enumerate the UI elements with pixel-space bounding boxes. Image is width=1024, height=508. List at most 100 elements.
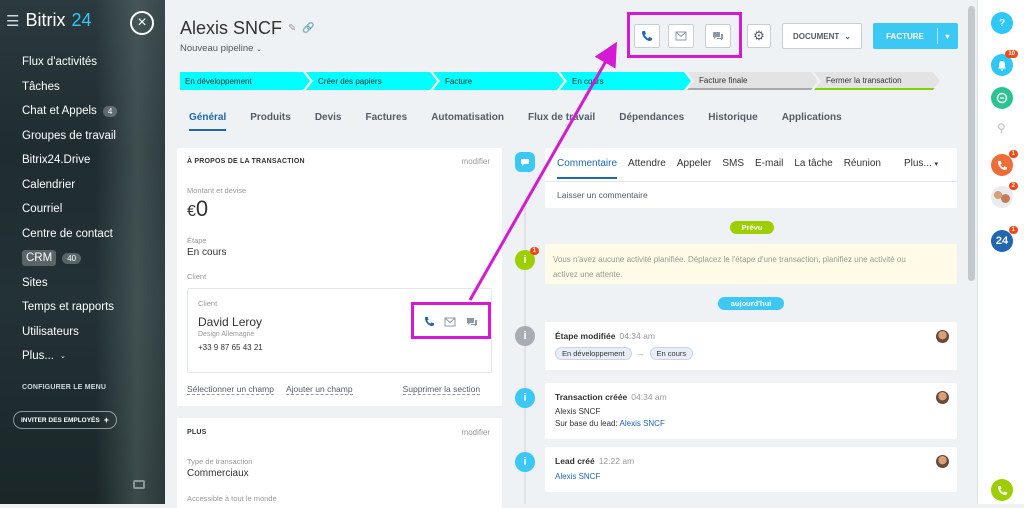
notification-badge: 1 bbox=[529, 247, 539, 255]
tab-plus[interactable]: Plus... ▾ bbox=[904, 158, 938, 179]
configure-menu-link[interactable]: CONFIGURER LE MENU bbox=[22, 384, 106, 391]
link-icon[interactable]: 🔗 bbox=[302, 23, 314, 34]
tab-attendre[interactable]: Attendre bbox=[628, 158, 666, 179]
close-icon[interactable]: × bbox=[130, 11, 154, 35]
tab-automatisation[interactable]: Automatisation bbox=[431, 112, 504, 131]
sidebar-item-taches[interactable]: Tâches bbox=[22, 75, 162, 100]
pipeline-selector[interactable]: Nouveau pipeline ⌄ bbox=[180, 43, 262, 54]
menu-icon[interactable]: ☰ bbox=[6, 12, 19, 30]
chevron-down-icon[interactable]: ▾ bbox=[937, 28, 957, 44]
logo[interactable]: ☰ Bitrix 24 bbox=[6, 10, 91, 31]
select-field-link[interactable]: Sélectionner un champ bbox=[187, 384, 274, 395]
comment-input[interactable]: Laisser un commentaire bbox=[557, 190, 648, 200]
client-name[interactable]: David Leroy bbox=[198, 315, 262, 329]
entry-time: 12:22 am bbox=[598, 456, 635, 466]
tab-applications[interactable]: Applications bbox=[782, 112, 842, 131]
right-toolbar: ? 10 ⚲ 1 2 24 1 bbox=[977, 0, 1024, 504]
client-chat-button[interactable] bbox=[466, 317, 478, 330]
stage-en-cours[interactable]: En cours bbox=[560, 72, 691, 90]
comment-icon bbox=[515, 152, 535, 172]
open-lines-icon[interactable] bbox=[991, 87, 1013, 109]
sidebar-item-groupes[interactable]: Groupes de travail bbox=[22, 124, 162, 149]
email-button[interactable] bbox=[668, 24, 694, 48]
printer-icon[interactable] bbox=[133, 480, 145, 489]
lead-link[interactable]: Alexis SNCF bbox=[620, 419, 665, 428]
info-icon: i bbox=[515, 452, 535, 472]
phone-call-icon[interactable] bbox=[991, 479, 1013, 501]
sidebar-item-calendrier[interactable]: Calendrier bbox=[22, 173, 162, 198]
arrow-right-icon: → bbox=[636, 349, 645, 358]
main-content: Alexis SNCF ✎ 🔗 Nouveau pipeline ⌄ ⚙ DOC… bbox=[165, 0, 975, 508]
client-phone[interactable]: +33 9 87 65 43 21 bbox=[198, 343, 263, 352]
modify-link[interactable]: modifier bbox=[462, 157, 490, 166]
tab-general[interactable]: Général bbox=[189, 112, 227, 131]
sidebar-item-sites[interactable]: Sites bbox=[22, 271, 162, 296]
sidebar-item-plus[interactable]: Plus... ⌄ bbox=[22, 344, 162, 369]
bitrix24-icon[interactable]: 24 1 bbox=[991, 226, 1018, 252]
sidebar-item-utilisateurs[interactable]: Utilisateurs bbox=[22, 320, 162, 345]
tab-email[interactable]: E-mail bbox=[755, 158, 783, 179]
tab-devis[interactable]: Devis bbox=[315, 112, 342, 131]
scrollbar-thumb[interactable] bbox=[968, 6, 975, 281]
stage-fermer[interactable]: Fermer la transaction bbox=[814, 72, 940, 90]
chat-button[interactable] bbox=[705, 24, 731, 48]
tab-appeler[interactable]: Appeler bbox=[677, 158, 711, 179]
scrollbar[interactable] bbox=[967, 0, 975, 504]
users-icon[interactable]: 2 bbox=[991, 182, 1018, 208]
deal-title: Alexis SNCF bbox=[180, 18, 283, 38]
entry-link[interactable]: Alexis SNCF bbox=[555, 472, 600, 481]
sidebar-item-label: Tâches bbox=[22, 80, 60, 93]
avatar[interactable] bbox=[936, 455, 949, 468]
activity-tabs: Commentaire Attendre Appeler SMS E-mail … bbox=[557, 158, 938, 179]
remove-section-link[interactable]: Supprimer la section bbox=[402, 384, 481, 395]
entry-title: Transaction créée 04:34 am bbox=[555, 392, 667, 402]
sidebar-item-temps[interactable]: Temps et rapports bbox=[22, 295, 162, 320]
tab-reunion[interactable]: Réunion bbox=[844, 158, 881, 179]
tab-dependances[interactable]: Dépendances bbox=[619, 112, 684, 131]
counter-badge: 4 bbox=[102, 105, 118, 117]
sidebar-item-contact[interactable]: Centre de contact bbox=[22, 222, 162, 247]
tab-flux-travail[interactable]: Flux de travail bbox=[528, 112, 595, 131]
tab-commentaire[interactable]: Commentaire bbox=[557, 158, 618, 179]
planned-notice: Vous n'avez aucune activité planifiée. D… bbox=[545, 244, 957, 284]
facture-button[interactable]: FACTURE ▾ bbox=[873, 23, 958, 49]
tab-factures[interactable]: Factures bbox=[366, 112, 408, 131]
call-button[interactable] bbox=[634, 24, 660, 48]
sidebar-item-crm[interactable]: CRM 40 bbox=[22, 246, 162, 271]
modify-link[interactable]: modifier bbox=[462, 428, 490, 437]
entry-time: 04:34 am bbox=[631, 392, 667, 402]
tab-bar: Général Produits Devis Factures Automati… bbox=[189, 112, 866, 131]
tab-sms[interactable]: SMS bbox=[722, 158, 744, 179]
stage-en-developpement[interactable]: En développement bbox=[180, 72, 310, 90]
sidebar-item-chat[interactable]: Chat et Appels 4 bbox=[22, 99, 162, 124]
tab-produits[interactable]: Produits bbox=[250, 112, 291, 131]
search-icon[interactable]: ⚲ bbox=[997, 121, 1006, 135]
sidebar-item-drive[interactable]: Bitrix24.Drive bbox=[22, 148, 162, 173]
avatar[interactable] bbox=[936, 391, 949, 404]
chat-icon bbox=[467, 318, 477, 327]
logo-text: Bitrix bbox=[25, 10, 66, 30]
invite-button[interactable]: INVITER DES EMPLOYÉS + bbox=[13, 411, 117, 429]
pencil-icon[interactable]: ✎ bbox=[288, 23, 296, 34]
stage-creer-papiers[interactable]: Créer des papiers bbox=[306, 72, 437, 90]
sidebar-item-flux[interactable]: Flux d'activités bbox=[22, 50, 162, 75]
sidebar-item-label: Courriel bbox=[22, 203, 63, 216]
help-icon[interactable]: ? bbox=[991, 12, 1013, 34]
chat-icon bbox=[713, 32, 723, 41]
bell-icon[interactable]: 10 bbox=[991, 50, 1018, 76]
stage-value: En cours bbox=[187, 247, 227, 258]
stage-facture[interactable]: Facture bbox=[433, 72, 564, 90]
document-button[interactable]: DOCUMENT ⌄ bbox=[782, 23, 862, 49]
stage-facture-finale[interactable]: Facture finale bbox=[687, 72, 818, 90]
tab-plus-label: Plus... bbox=[903, 158, 932, 169]
add-field-link[interactable]: Ajouter un champ bbox=[285, 384, 353, 395]
settings-button[interactable]: ⚙ bbox=[747, 24, 771, 48]
client-call-button[interactable] bbox=[424, 316, 435, 330]
phone-icon[interactable]: 1 bbox=[991, 150, 1018, 176]
client-email-button[interactable] bbox=[444, 317, 456, 330]
sidebar-item-courriel[interactable]: Courriel bbox=[22, 197, 162, 222]
tab-tache[interactable]: La tâche bbox=[794, 158, 832, 179]
divider bbox=[545, 181, 957, 182]
avatar[interactable] bbox=[936, 330, 949, 343]
tab-historique[interactable]: Historique bbox=[708, 112, 757, 131]
